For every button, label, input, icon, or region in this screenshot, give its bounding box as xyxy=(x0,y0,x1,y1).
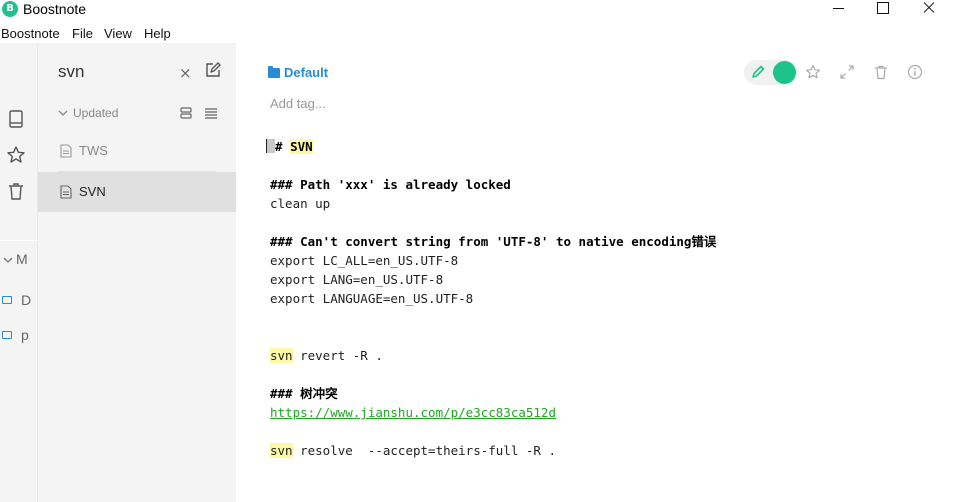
starred-star-icon[interactable] xyxy=(6,145,26,165)
code-editor[interactable]: # SVN ### Path 'xxx' is already locked c… xyxy=(266,137,717,460)
note-list-item-active[interactable]: SVN xyxy=(38,172,236,212)
note-title: SVN xyxy=(79,184,106,199)
document-icon xyxy=(60,185,72,199)
search-highlight: svn xyxy=(270,443,293,458)
folder-icon xyxy=(2,296,12,304)
editor-line: export LC_ALL=en_US.UTF-8 xyxy=(270,253,459,268)
add-tag-input[interactable] xyxy=(270,94,470,112)
document-icon xyxy=(60,144,72,158)
editor-line: svn revert -R . xyxy=(270,346,716,365)
storage-label: M xyxy=(16,251,28,267)
command-text: resolve --accept=theirs-full -R . xyxy=(292,443,556,458)
nav-divider xyxy=(0,240,38,241)
folder-name: Default xyxy=(284,65,329,80)
search-highlight: svn xyxy=(270,348,293,363)
folder-label: D xyxy=(21,292,32,308)
menu-file[interactable]: File xyxy=(72,26,93,41)
side-nav: M D p xyxy=(0,43,38,502)
boostnote-logo-icon: B xyxy=(2,1,18,17)
compressed-view-icon[interactable] xyxy=(204,106,218,120)
editor-line: svn resolve --accept=theirs-full -R . xyxy=(270,441,716,460)
sort-label: Updated xyxy=(73,106,119,120)
maximize-button[interactable] xyxy=(863,0,903,20)
sidebar-folder-d[interactable]: D xyxy=(0,292,38,310)
editor-line: ### Can't convert string from 'UTF-8' to… xyxy=(270,234,717,249)
storage-header[interactable]: M xyxy=(0,251,38,269)
note-list-item[interactable]: TWS xyxy=(38,131,236,171)
star-icon[interactable] xyxy=(805,64,821,80)
default-view-icon[interactable] xyxy=(179,106,193,120)
editor-line: https://www.jianshu.com/p/e3cc83ca512d xyxy=(270,403,716,422)
editor-line: ### Path 'xxx' is already locked xyxy=(270,177,511,192)
heading-marker: # xyxy=(275,139,291,154)
text-cursor xyxy=(266,139,275,153)
editor-line: export LANGUAGE=en_US.UTF-8 xyxy=(270,291,474,306)
delete-trash-icon[interactable] xyxy=(873,64,889,80)
editor-line: clean up xyxy=(270,196,331,211)
search-highlight: SVN xyxy=(290,139,313,154)
menu-bar: Boostnote File View Help xyxy=(0,23,953,43)
url-link[interactable]: https://www.jianshu.com/p/e3cc83ca512d xyxy=(270,405,556,420)
menu-view[interactable]: View xyxy=(104,26,132,41)
editor-line: export LANG=en_US.UTF-8 xyxy=(270,272,444,287)
menu-boostnote[interactable]: Boostnote xyxy=(1,26,60,41)
chevron-down-icon xyxy=(58,110,68,116)
all-notes-book-icon[interactable] xyxy=(6,109,26,129)
folder-icon xyxy=(268,66,280,78)
folder-icon xyxy=(2,331,12,339)
note-list: svn × Updated TWS SVN xyxy=(38,43,236,502)
new-note-icon[interactable] xyxy=(204,61,222,79)
trash-icon[interactable] xyxy=(6,181,26,201)
sidebar-folder-p[interactable]: p xyxy=(0,327,38,345)
command-text: revert -R . xyxy=(292,348,383,363)
title-bar: B Boostnote xyxy=(0,0,953,23)
note-editor: Default # SVN ### Path 'xxx' is already … xyxy=(236,43,953,502)
close-window-button[interactable] xyxy=(908,0,948,20)
editor-line: ### 树冲突 xyxy=(270,386,338,401)
pencil-icon xyxy=(752,65,765,78)
clear-search-icon[interactable]: × xyxy=(179,64,192,82)
fullscreen-icon[interactable] xyxy=(839,64,855,80)
minimize-button[interactable] xyxy=(820,0,860,20)
note-title: TWS xyxy=(79,143,108,158)
search-input[interactable]: svn xyxy=(58,62,84,82)
info-icon[interactable] xyxy=(907,64,923,80)
menu-help[interactable]: Help xyxy=(144,26,171,41)
window-title: Boostnote xyxy=(23,1,87,17)
folder-label: p xyxy=(21,327,29,343)
editor-line: # SVN xyxy=(266,137,716,156)
preview-toggle-knob xyxy=(773,61,796,84)
editor-mode-toggle[interactable] xyxy=(744,60,798,85)
chevron-down-icon xyxy=(3,257,13,263)
